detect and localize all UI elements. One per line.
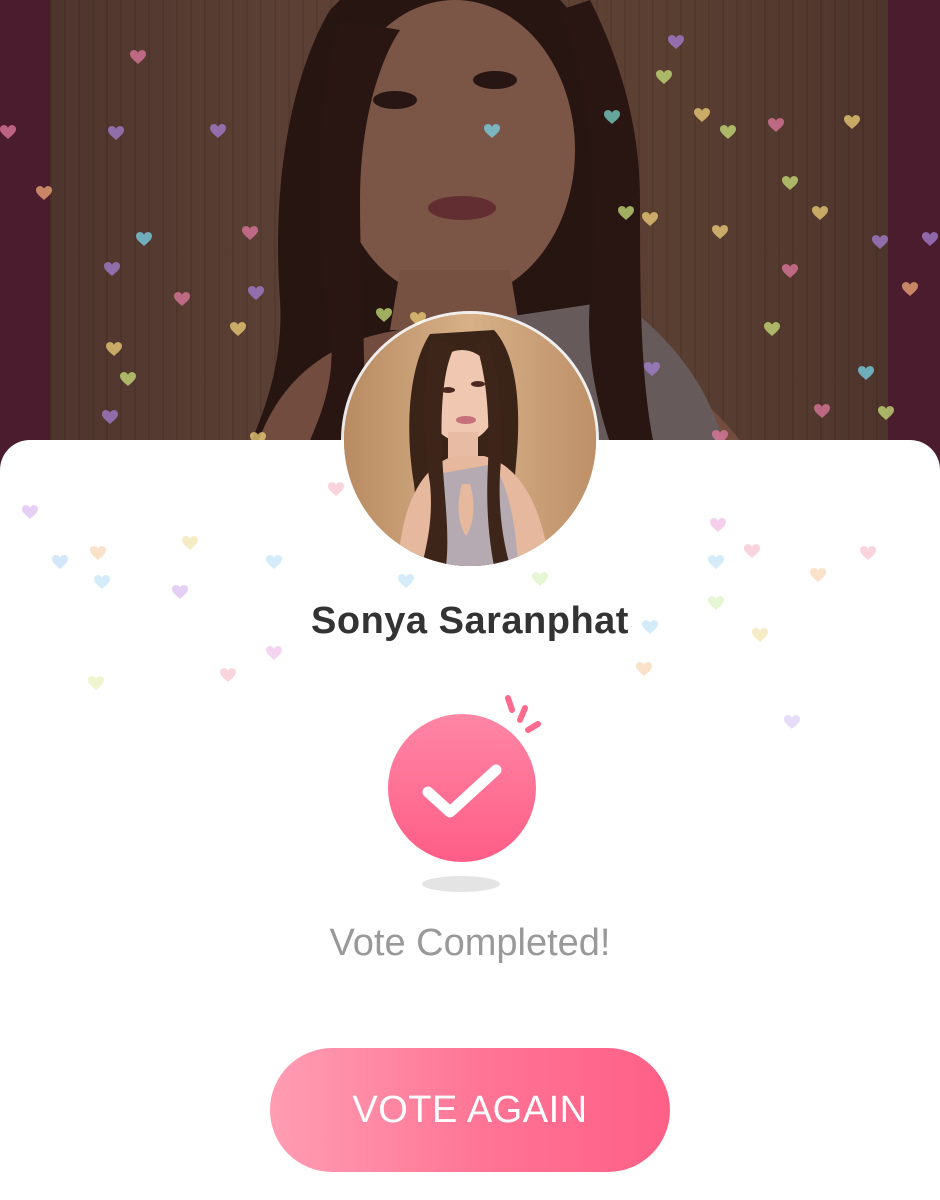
checkmark-shadow	[422, 876, 500, 892]
profile-photo-icon	[344, 314, 596, 566]
vote-status-text: Vote Completed!	[329, 922, 611, 964]
contestant-name: Sonya Saranphat	[311, 600, 629, 642]
sparkle-lines-icon	[505, 695, 541, 733]
vote-again-button[interactable]: VOTE AGAIN	[270, 1048, 670, 1172]
contestant-avatar	[344, 314, 596, 566]
vote-success-indicator	[380, 690, 560, 900]
